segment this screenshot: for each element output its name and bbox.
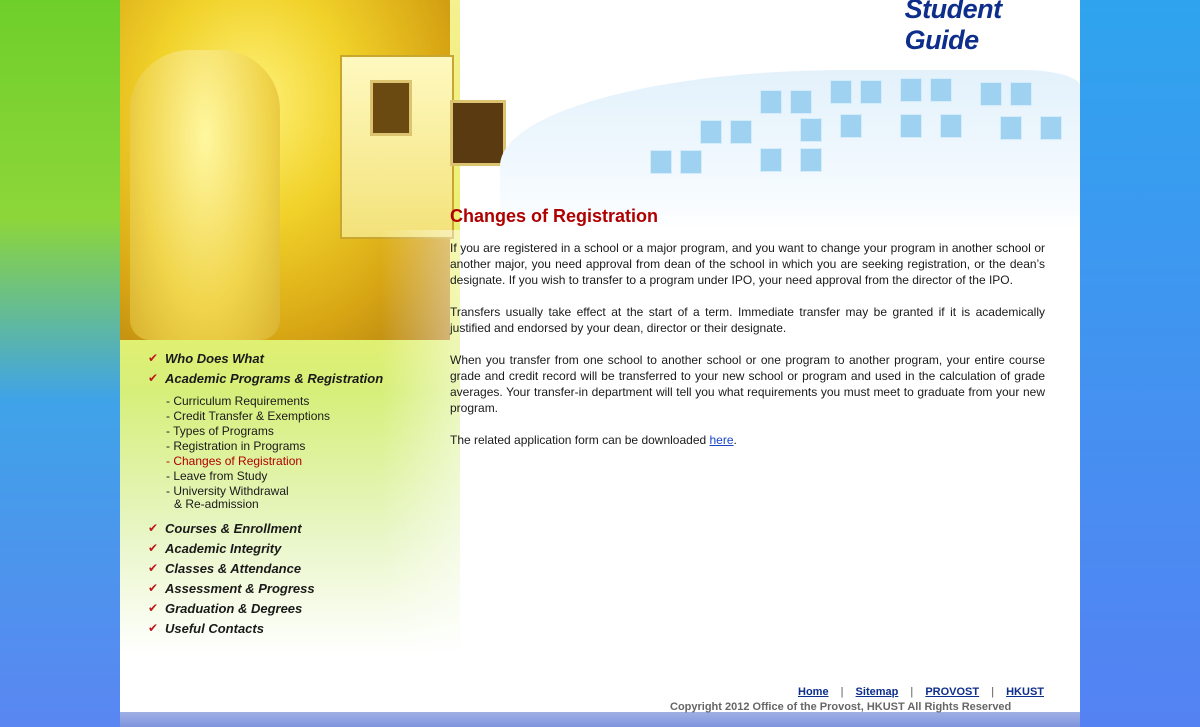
subnav-types-of-programs[interactable]: - Types of Programs: [166, 424, 408, 439]
subnav-credit-transfer[interactable]: - Credit Transfer & Exemptions: [166, 409, 408, 424]
nav-label: Academic Integrity: [165, 540, 282, 556]
machine-screen-2: [450, 100, 506, 166]
paragraph-grade-record: When you transfer from one school to ano…: [450, 353, 1045, 415]
sidebar-nav: ✔ Who Does What ✔ Academic Programs & Re…: [148, 348, 408, 638]
nav-label: Assessment & Progress: [165, 580, 315, 596]
subnav-university-withdrawal[interactable]: - University Withdrawal & Re-admission: [166, 484, 408, 510]
checkmark-icon: ✔: [148, 521, 159, 535]
nav-graduation-degrees[interactable]: ✔ Graduation & Degrees: [148, 598, 408, 618]
lab-worker-figure: [130, 50, 280, 340]
download-suffix: .: [733, 433, 737, 447]
brand-main: Student Guide: [904, 0, 1003, 55]
nav-label: Academic Programs & Registration: [165, 370, 384, 386]
footer-provost-link[interactable]: PROVOST: [925, 686, 979, 698]
subnav-registration-in-programs[interactable]: - Registration in Programs: [166, 439, 408, 454]
footer-separator: |: [910, 686, 914, 698]
copyright-notice: Copyright 2012 Office of the Provost, HK…: [670, 701, 1012, 713]
checkmark-icon: ✔: [148, 601, 159, 615]
right-decorative-edge: [1080, 0, 1200, 727]
page-title: Changes of Registration: [450, 206, 659, 226]
footer-home-link[interactable]: Home: [798, 686, 829, 698]
brand-prefix: Undergraduate: [725, 9, 899, 40]
paragraph-transfer-timing: Transfers usually take effect at the sta…: [450, 305, 1045, 335]
paragraph-download: The related application form can be down…: [450, 432, 1045, 448]
bottom-strip: [120, 712, 1080, 727]
download-here-link[interactable]: here: [710, 433, 734, 447]
paragraph-approval: If you are registered in a school or a m…: [450, 241, 1045, 287]
nav-submenu: - Curriculum Requirements - Credit Trans…: [166, 394, 408, 510]
download-text: The related application form can be down…: [450, 433, 710, 447]
nav-courses-enrollment[interactable]: ✔ Courses & Enrollment: [148, 518, 408, 538]
nav-label: Graduation & Degrees: [165, 600, 303, 616]
subnav-label-line2: & Re-admission: [174, 497, 259, 511]
left-decorative-edge: [0, 0, 120, 727]
checkmark-icon: ✔: [148, 371, 159, 385]
nav-label: Who Does What: [165, 350, 264, 366]
nav-useful-contacts[interactable]: ✔ Useful Contacts: [148, 618, 408, 638]
nav-classes-attendance[interactable]: ✔ Classes & Attendance: [148, 558, 408, 578]
footer-hkust-link[interactable]: HKUST: [1006, 686, 1044, 698]
footer-sitemap-link[interactable]: Sitemap: [856, 686, 899, 698]
checkmark-icon: ✔: [148, 561, 159, 575]
main-content: Changes of Registration If you are regis…: [450, 206, 1045, 464]
nav-academic-programs[interactable]: ✔ Academic Programs & Registration: [148, 368, 408, 388]
nav-label: Classes & Attendance: [165, 560, 302, 576]
site-brand-logo[interactable]: Undergraduate Student Guide: [720, 0, 1070, 55]
nav-label: Courses & Enrollment: [165, 520, 302, 536]
subnav-leave-from-study[interactable]: - Leave from Study: [166, 469, 408, 484]
subnav-curriculum[interactable]: - Curriculum Requirements: [166, 394, 408, 409]
footer-separator: |: [991, 686, 995, 698]
checkmark-icon: ✔: [148, 351, 159, 365]
checkmark-icon: ✔: [148, 541, 159, 555]
checkmark-icon: ✔: [148, 581, 159, 595]
nav-academic-integrity[interactable]: ✔ Academic Integrity: [148, 538, 408, 558]
nav-assessment-progress[interactable]: ✔ Assessment & Progress: [148, 578, 408, 598]
subnav-changes-of-registration[interactable]: - Changes of Registration: [166, 454, 408, 469]
footer-links: Home | Sitemap | PROVOST | HKUST: [795, 686, 1047, 698]
checkmark-icon: ✔: [148, 621, 159, 635]
machine-screen: [370, 80, 412, 136]
nav-label: Useful Contacts: [165, 620, 264, 636]
footer-separator: |: [840, 686, 844, 698]
nav-who-does-what[interactable]: ✔ Who Does What: [148, 348, 408, 368]
